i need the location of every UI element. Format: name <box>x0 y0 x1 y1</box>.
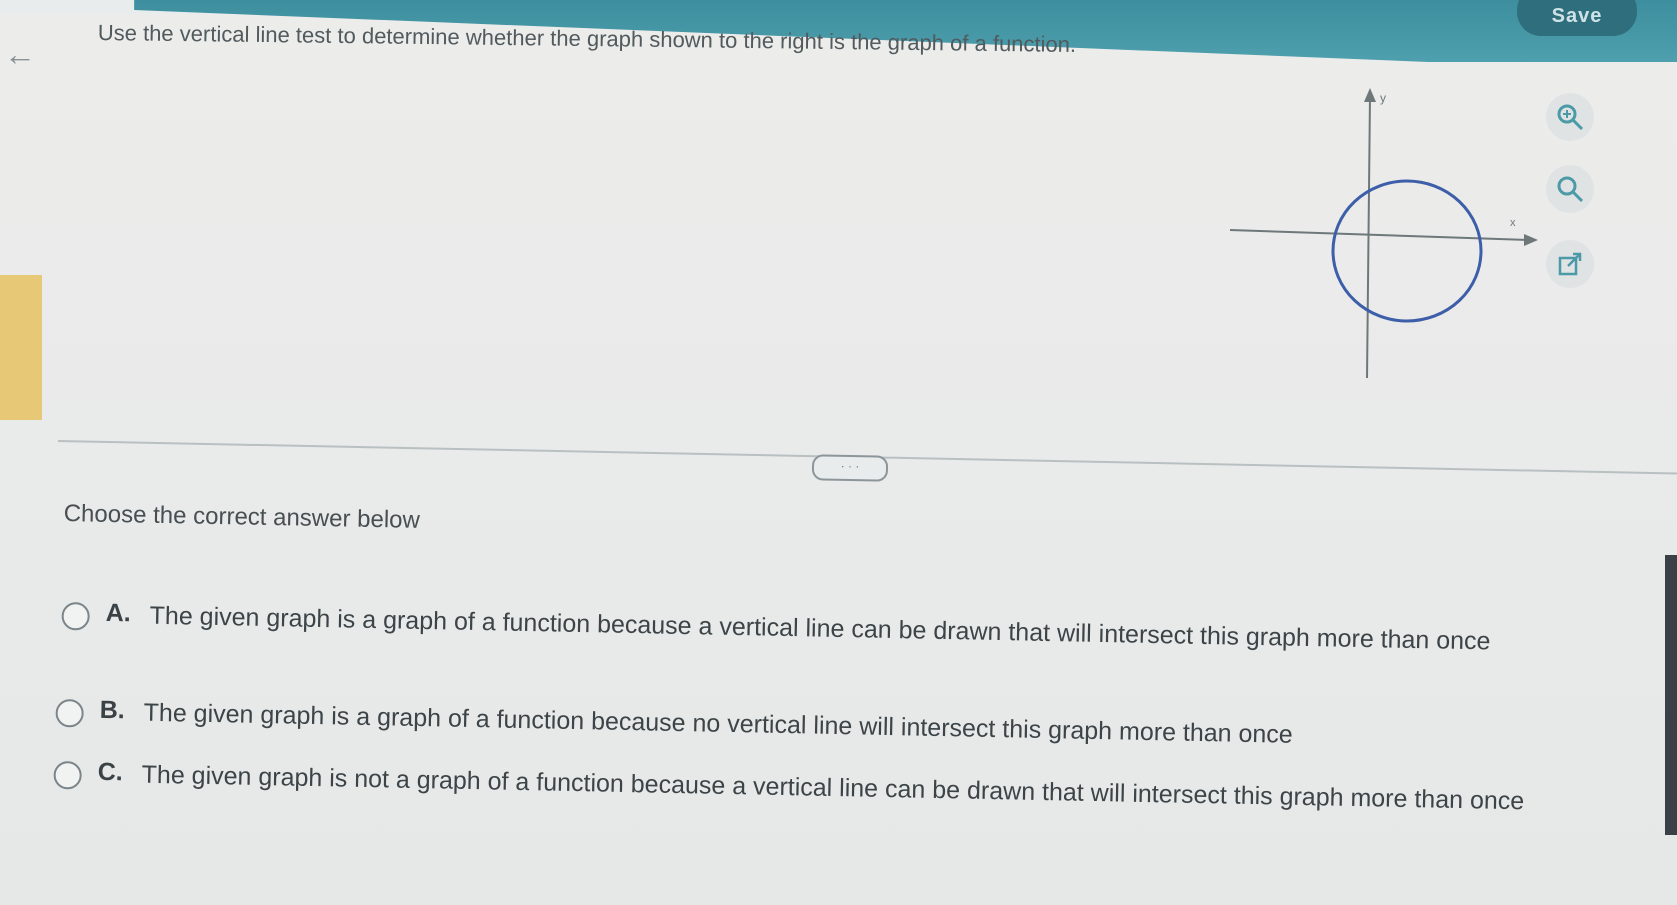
y-axis-label: y <box>1380 91 1386 105</box>
x-axis <box>1229 229 1531 241</box>
x-axis-arrow <box>1524 234 1538 246</box>
choice-letter: B. <box>99 695 125 725</box>
left-accent-bar <box>0 275 42 420</box>
circle-curve <box>1331 179 1483 323</box>
popout-icon <box>1558 252 1582 276</box>
back-arrow-icon[interactable]: ← <box>4 38 36 70</box>
zoom-out-button[interactable] <box>1546 165 1594 213</box>
popout-button[interactable] <box>1546 240 1594 288</box>
zoom-in-icon <box>1557 104 1584 131</box>
zoom-in-button[interactable] <box>1546 93 1594 141</box>
y-axis-arrow <box>1364 88 1376 102</box>
y-axis <box>1366 95 1371 379</box>
choice-letter: C. <box>97 757 123 787</box>
more-options-button[interactable]: · · · <box>811 454 889 482</box>
choice-letter: A. <box>105 598 131 628</box>
save-button[interactable]: Save <box>1517 0 1637 36</box>
function-graph: y x <box>1229 88 1538 379</box>
x-axis-label: x <box>1510 217 1516 229</box>
right-edge-bar <box>1665 555 1677 835</box>
zoom-out-icon <box>1557 176 1584 203</box>
